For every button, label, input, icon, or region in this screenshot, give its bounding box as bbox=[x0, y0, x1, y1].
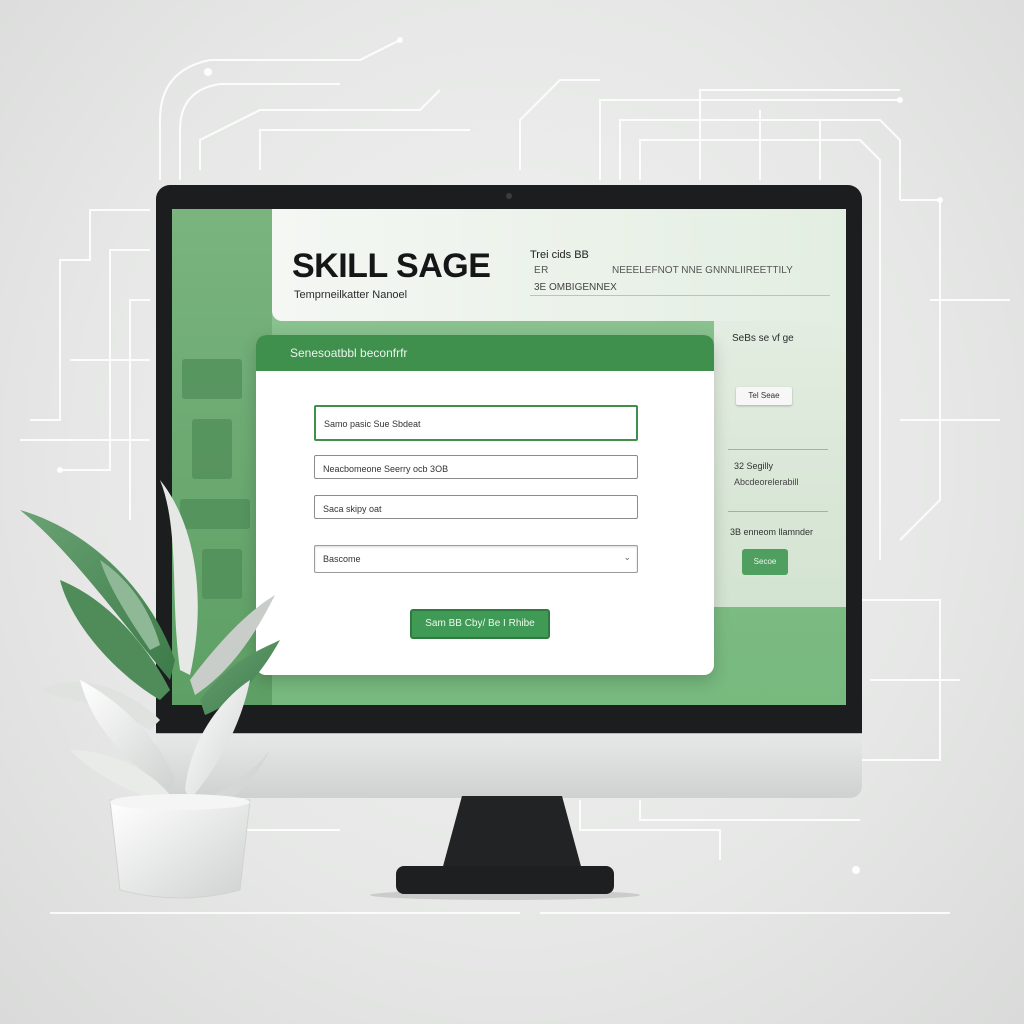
brand-tagline: Temprneilkatter Nanoel bbox=[294, 289, 408, 301]
potted-plant bbox=[20, 480, 280, 899]
monitor-stand-neck bbox=[442, 796, 582, 870]
header-text-2a: ER bbox=[534, 265, 549, 276]
camera-icon bbox=[506, 193, 512, 199]
leaf-icon bbox=[20, 480, 280, 815]
form-field-3[interactable]: Saca skipy oat bbox=[314, 495, 638, 519]
side-panel-title: SeBs se vf ge bbox=[732, 333, 794, 344]
form-title: Senesoatbbl beconfrfr bbox=[290, 346, 408, 360]
floor-line bbox=[50, 912, 520, 914]
form-select-value: Bascome bbox=[323, 554, 361, 564]
side-panel: SeBs se vf ge Tel Seae 32 Segilly Abcdeo… bbox=[714, 321, 846, 607]
monitor-stand-base bbox=[396, 866, 614, 894]
form-header: Senesoatbbl beconfrfr bbox=[256, 335, 714, 371]
chevron-down-icon: ⌄ bbox=[623, 552, 631, 562]
side-panel-divider bbox=[728, 449, 828, 450]
header-panel: SKILL SAGE Temprneilkatter Nanoel Trei c… bbox=[272, 209, 846, 321]
signup-form-card: Senesoatbbl beconfrfr Samo pasic Sue Sbd… bbox=[256, 335, 714, 675]
header-text-2b: NEEELEFNOT NNE GNNNLIIREETTILY bbox=[612, 265, 793, 276]
side-panel-chip[interactable]: Tel Seae bbox=[736, 387, 792, 405]
form-field-1[interactable]: Samo pasic Sue Sbdeat bbox=[314, 405, 638, 441]
side-panel-item: 32 Segilly bbox=[734, 461, 774, 471]
floor-line bbox=[540, 912, 950, 914]
header-divider bbox=[530, 295, 830, 296]
side-panel-item: 3B enneom llamnder bbox=[730, 527, 814, 537]
brand-logo[interactable]: SKILL SAGE bbox=[292, 247, 491, 286]
side-panel-divider bbox=[728, 511, 828, 512]
submit-button[interactable]: Sam BB Cby/ Be I Rhibe bbox=[410, 609, 550, 639]
side-panel-button[interactable]: Secoe bbox=[742, 549, 788, 575]
plant-pot bbox=[109, 799, 251, 899]
form-field-2[interactable]: Neacbomeone Seerry ocb 3OB bbox=[314, 455, 638, 479]
form-select[interactable]: Bascome ⌄ bbox=[314, 545, 638, 573]
side-panel-item: Abcdeorelerabill bbox=[734, 477, 799, 487]
header-text-3: 3E OMBIGENNEX bbox=[534, 282, 617, 293]
header-text-1: Trei cids BB bbox=[530, 249, 589, 261]
